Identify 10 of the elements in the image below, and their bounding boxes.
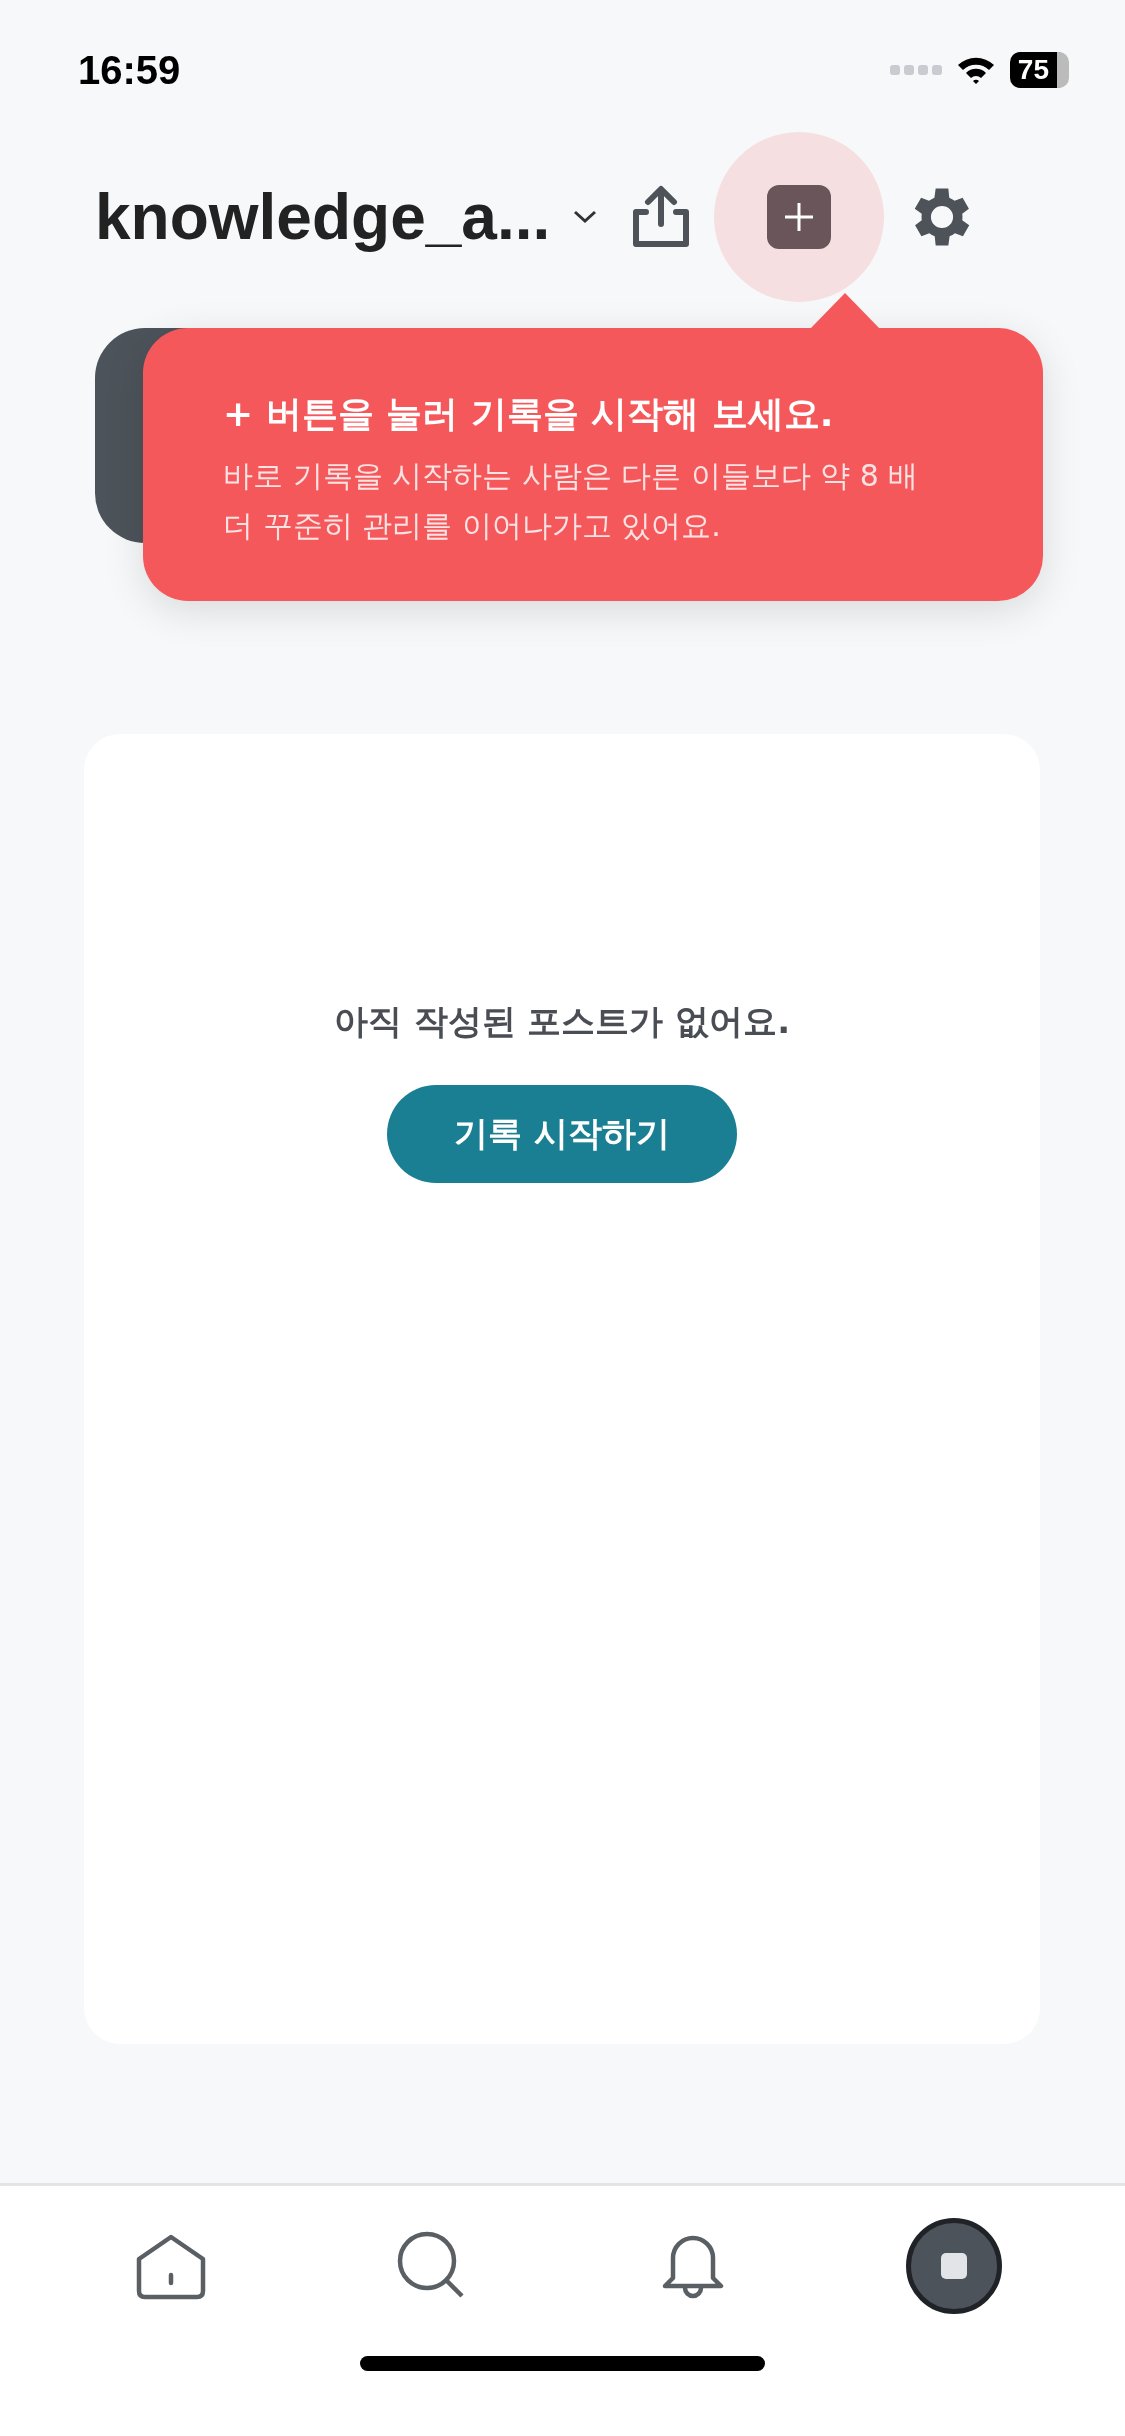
- signal-icon: [889, 63, 942, 77]
- battery-icon: 75: [1009, 52, 1069, 88]
- add-button[interactable]: [767, 185, 832, 249]
- tooltip-text: 바로 기록을 시작하는 사람은 다른 이들보다 약 8 배 더 꾸준히 관리를 이어나가고 있어요.: [223, 457, 920, 545]
- start-button[interactable]: 기록 시작하기: [387, 1085, 737, 1183]
- workspace-title[interactable]: knowledge_a...: [95, 180, 551, 254]
- status-time: 16:59: [78, 47, 181, 93]
- chevron-down-icon[interactable]: [572, 209, 599, 225]
- tooltip-title: + 버튼을 눌러 기록을 시작해 보세요.: [223, 392, 835, 436]
- empty-message: 아직 작성된 포스트가 없어요.: [333, 1000, 791, 1043]
